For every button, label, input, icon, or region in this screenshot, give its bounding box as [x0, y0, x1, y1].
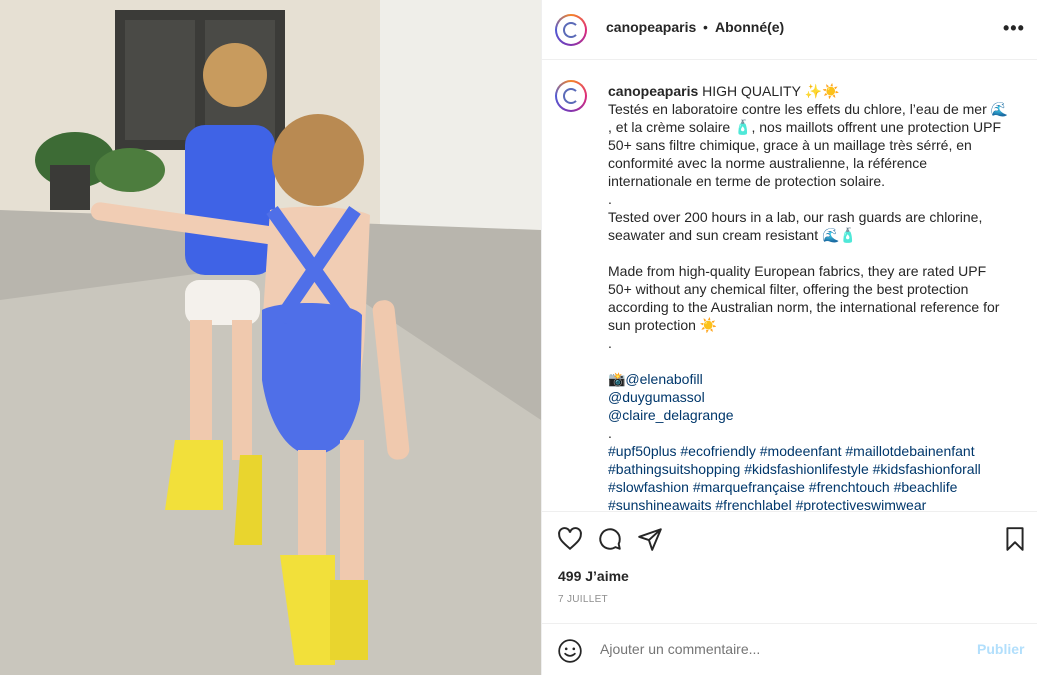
- hashtag-line[interactable]: #slowfashion #marquefrançaise #frenchtou…: [608, 478, 1028, 496]
- photo-illustration: [0, 0, 541, 675]
- caption-avatar[interactable]: [555, 80, 587, 112]
- comment-input[interactable]: [598, 640, 962, 658]
- heart-icon[interactable]: [557, 526, 583, 552]
- caption-line: sun protection ☀️: [608, 317, 718, 333]
- mention-link[interactable]: 📸@elenabofill: [608, 370, 1028, 388]
- caption-line: .: [608, 335, 612, 351]
- caption-line: .: [608, 425, 612, 441]
- hashtag-line[interactable]: #bathingsuitshopping #kidsfashionlifesty…: [608, 460, 1028, 478]
- hashtag-line[interactable]: #sunshineawaits #frenchlabel #protective…: [608, 496, 1028, 511]
- separator-dot: •: [703, 19, 708, 35]
- post-date[interactable]: 7 JUILLET: [558, 594, 608, 605]
- caption-line: [608, 244, 1028, 262]
- follow-status[interactable]: Abonné(e): [715, 19, 784, 35]
- post-author-username[interactable]: canopeaparis: [606, 19, 696, 35]
- caption-line: , et la crème solaire 🧴, nos maillots of…: [608, 119, 1002, 135]
- caption-line: internationale en terme de protection so…: [608, 173, 886, 189]
- comment-bar: Publier: [542, 623, 1037, 675]
- hashtag-line[interactable]: #upf50plus #ecofriendly #modeenfant #mai…: [608, 442, 1028, 460]
- paper-plane-icon[interactable]: [637, 526, 663, 552]
- publish-button[interactable]: Publier: [977, 641, 1024, 657]
- caption-line: conformité avec la norme australienne, l…: [608, 155, 928, 171]
- smiley-icon[interactable]: [557, 638, 583, 664]
- post-header: canopeaparis • Abonné(e) •••: [542, 0, 1037, 60]
- caption-line: .: [608, 191, 612, 207]
- caption-scroll-area[interactable]: canopeaparis HIGH QUALITY ✨☀️ Testés en …: [542, 60, 1037, 512]
- caption-line: 50+ without any chemical filter, offerin…: [608, 281, 969, 297]
- caption-line: Testés en laboratoire contre les effets …: [608, 101, 1009, 117]
- caption-line: canopeaparis HIGH QUALITY ✨☀️: [608, 83, 840, 99]
- more-options-icon[interactable]: •••: [1003, 18, 1025, 39]
- caption-line: [608, 352, 1028, 370]
- caption-line: 50+ sans filtre chimique, grace à un mai…: [608, 137, 972, 153]
- bookmark-icon[interactable]: [1002, 526, 1028, 552]
- mention-link[interactable]: @claire_delagrange: [608, 406, 1028, 424]
- mention-link[interactable]: @duygumassol: [608, 388, 1028, 406]
- caption-line: seawater and sun cream resistant 🌊🧴: [608, 227, 857, 243]
- action-bar: [542, 512, 1037, 562]
- caption-line: according to the Australian norm, the in…: [608, 299, 1000, 315]
- post-photo[interactable]: [0, 0, 541, 675]
- caption: canopeaparis HIGH QUALITY ✨☀️ Testés en …: [608, 82, 1028, 511]
- like-count[interactable]: 499 J’aime: [558, 568, 629, 584]
- post-side-panel: canopeaparis • Abonné(e) ••• canopeapari…: [541, 0, 1037, 675]
- caption-line: Made from high-quality European fabrics,…: [608, 263, 987, 279]
- caption-username[interactable]: canopeaparis: [608, 83, 698, 99]
- comment-bubble-icon[interactable]: [597, 526, 623, 552]
- avatar[interactable]: [555, 14, 587, 46]
- caption-line: Tested over 200 hours in a lab, our rash…: [608, 209, 983, 225]
